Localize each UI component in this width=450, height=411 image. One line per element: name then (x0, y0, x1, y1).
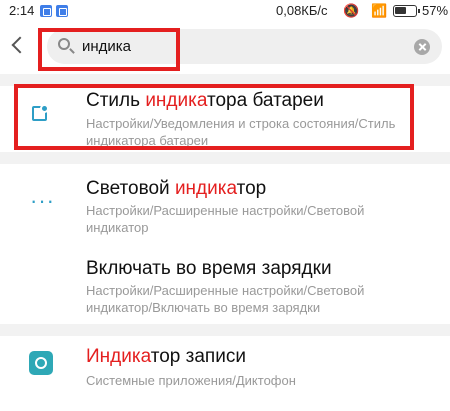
status-time: 2:14 (9, 3, 35, 18)
back-arrow-icon[interactable] (11, 36, 29, 54)
search-highlight-box (38, 28, 180, 71)
mute-icon: 🔕 (343, 3, 360, 18)
record-icon (29, 351, 53, 375)
battery-icon (393, 5, 420, 17)
app-notification-icon (56, 5, 68, 17)
wifi-icon: 📶 (371, 3, 388, 18)
network-speed: 0,08КБ/с (276, 3, 328, 18)
result-item-record-indicator[interactable]: Индикатор записи Системные приложения/Ди… (0, 344, 450, 404)
result-item-light-indicator[interactable]: ··· Световой индикатор Настройки/Расшире… (0, 172, 450, 242)
more-dots-icon: ··· (30, 188, 55, 213)
result-title: Световой индикатор (86, 178, 267, 199)
battery-level (395, 7, 406, 14)
result-title: Включать во время зарядки (86, 258, 332, 279)
result-item-charging[interactable]: Включать во время зарядки Настройки/Расш… (0, 256, 450, 320)
result-highlight-box (14, 84, 414, 150)
result-title: Индикатор записи (86, 346, 246, 367)
battery-percent: 57% (422, 3, 449, 18)
app-notification-icon (40, 5, 52, 17)
result-path: Системные приложения/Диктофон (86, 373, 296, 388)
result-path: Настройки/Расширенные настройки/Световой… (86, 203, 365, 235)
divider (0, 324, 450, 336)
divider (0, 152, 450, 164)
status-bar: 2:14 0,08КБ/с 🔕 📶 57% (0, 0, 450, 22)
clear-icon[interactable] (414, 39, 430, 55)
result-path: Настройки/Расширенные настройки/Световой… (86, 283, 365, 315)
